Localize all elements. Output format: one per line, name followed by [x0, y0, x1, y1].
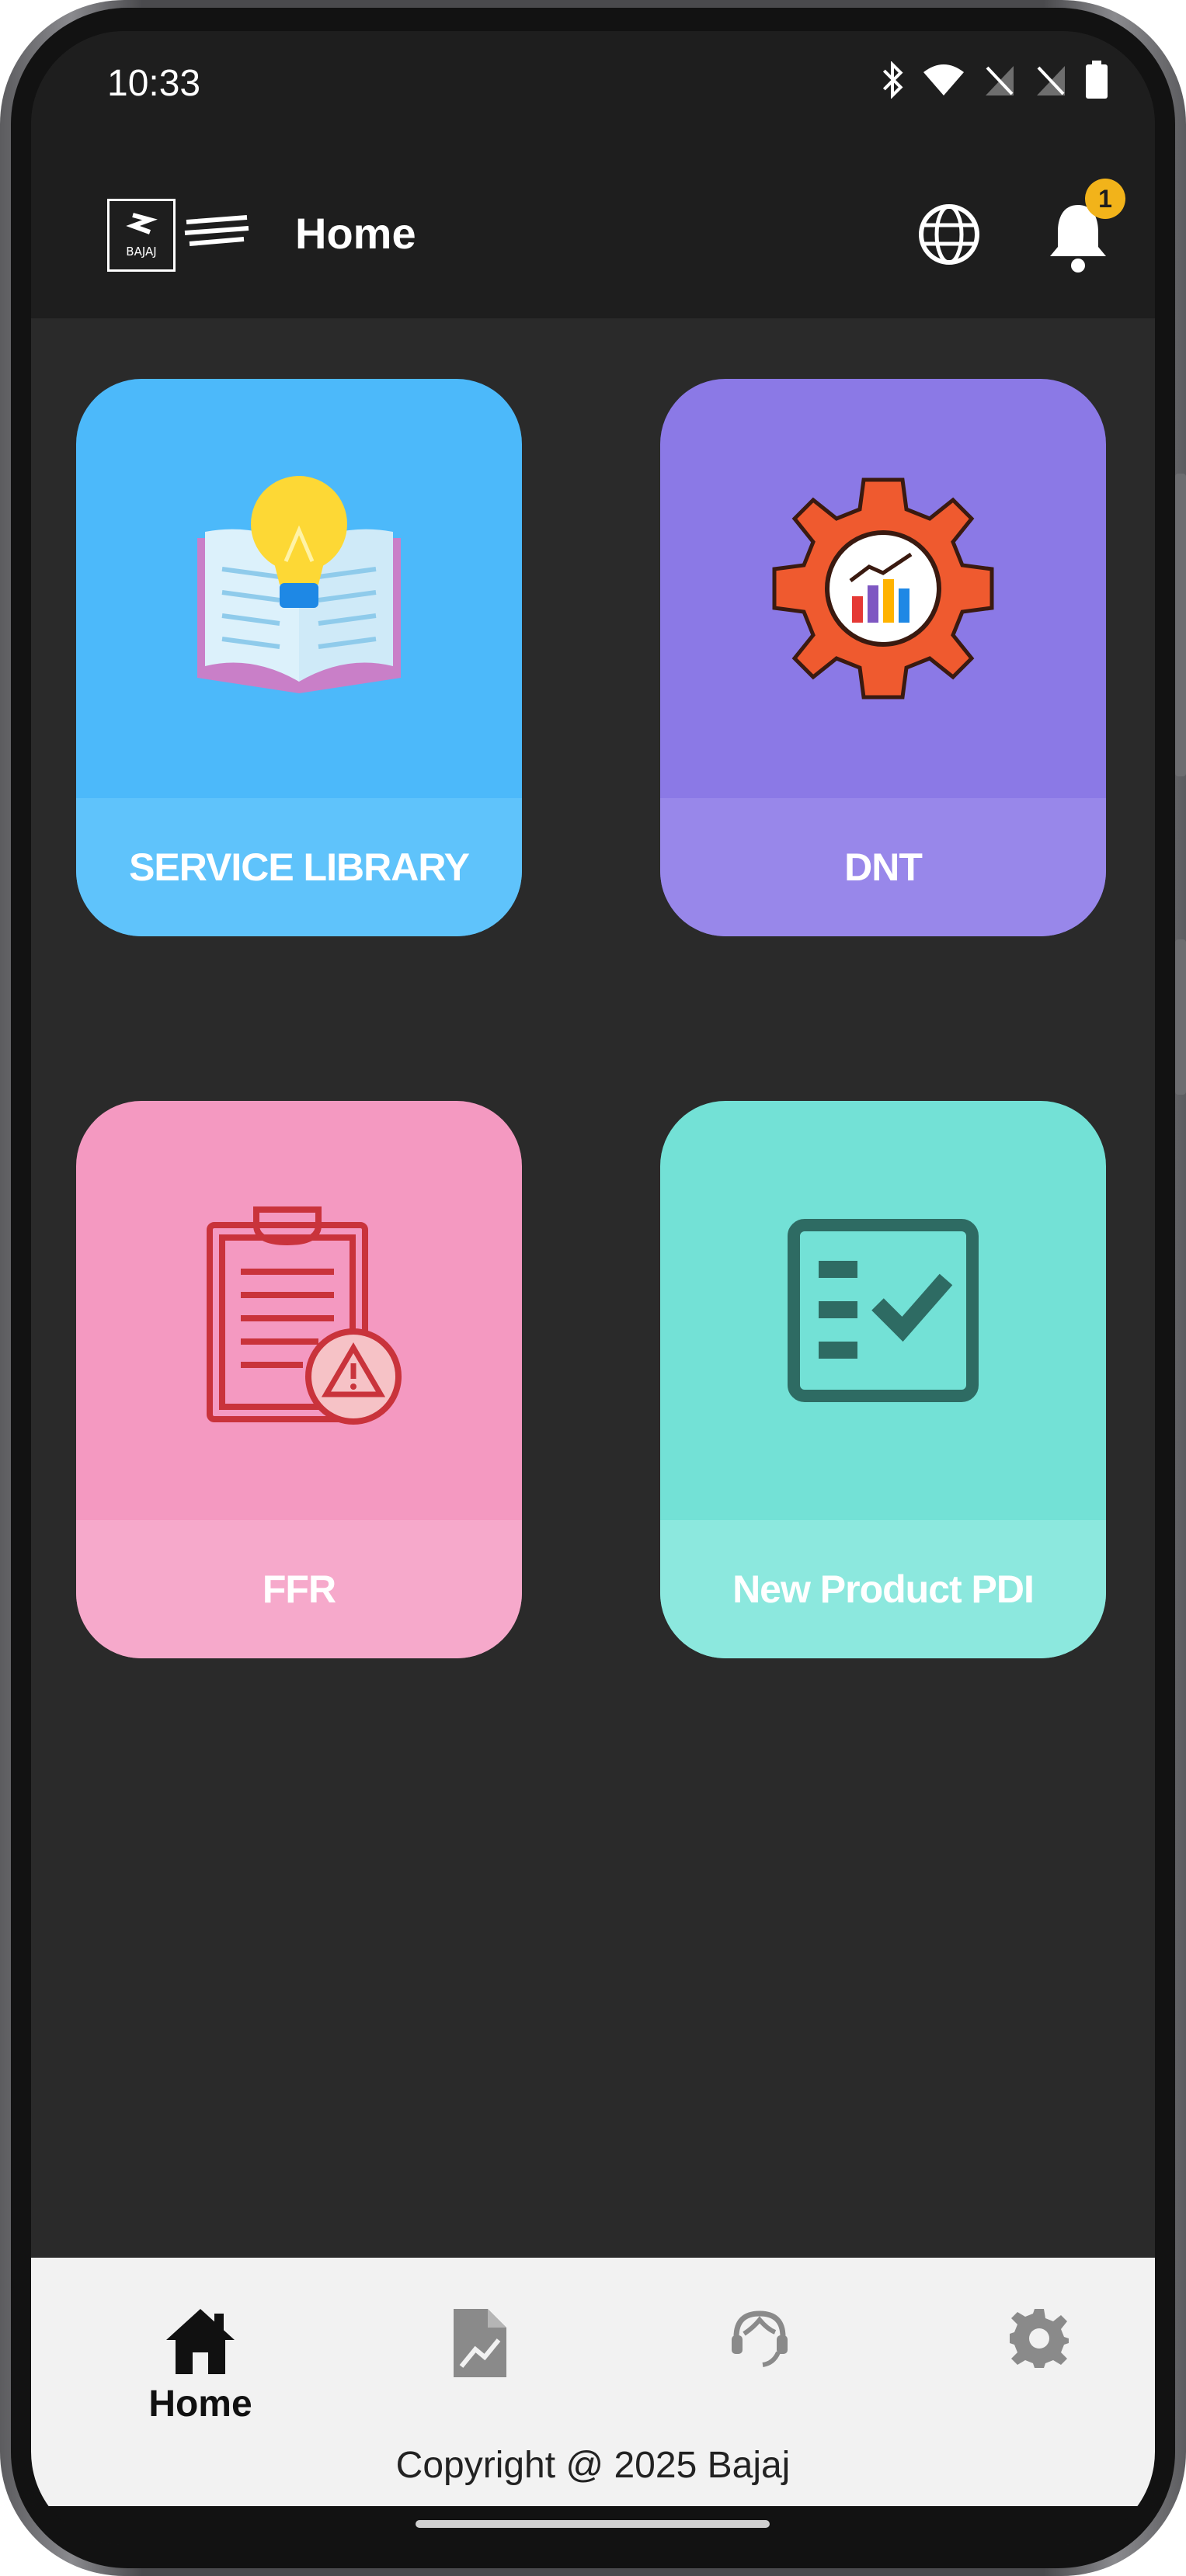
status-time: 10:33 — [107, 63, 201, 104]
tile-ffr[interactable]: FFR — [76, 1101, 522, 1658]
status-icons — [880, 61, 1108, 99]
tile-label-new-product-pdi: New Product PDI — [660, 1520, 1106, 1658]
tile-label-dnt: DNT — [660, 798, 1106, 936]
home-icon — [166, 2309, 235, 2374]
bajaj-logo: BAJAJ — [107, 199, 255, 276]
page-title: Home — [295, 209, 416, 258]
no-signal-icon-2 — [1037, 66, 1065, 95]
nav-support[interactable] — [690, 2306, 830, 2375]
checklist-icon — [660, 1101, 1106, 1520]
power-button — [1175, 939, 1186, 1095]
tile-label-ffr: FFR — [76, 1520, 522, 1658]
gesture-area — [31, 2506, 1155, 2545]
bajaj-logo-tagline — [182, 211, 252, 260]
app-bar: BAJAJ Home 1 — [31, 132, 1155, 318]
settings-gear-icon — [1010, 2309, 1069, 2368]
nav-home[interactable]: Home — [130, 2306, 270, 2425]
report-icon — [454, 2309, 506, 2377]
volume-button — [1175, 474, 1186, 776]
language-globe-icon[interactable] — [916, 202, 982, 267]
no-signal-icon — [986, 66, 1014, 95]
gear-chart-icon — [660, 379, 1106, 798]
phone-frame: 10:33 BAJAJ Home 1 SERVICE LIBRARY DNT F… — [0, 0, 1186, 2576]
bottom-nav: Home Copyright @ 2025 Bajaj — [31, 2258, 1155, 2506]
nav-label-home: Home — [148, 2383, 252, 2425]
nav-reports[interactable] — [410, 2306, 550, 2384]
bluetooth-icon — [882, 61, 903, 99]
svg-text:BAJAJ: BAJAJ — [126, 245, 156, 259]
screen: 10:33 BAJAJ Home 1 SERVICE LIBRARY DNT F… — [31, 31, 1155, 2545]
wifi-icon — [923, 64, 964, 95]
tile-dnt[interactable]: DNT — [660, 379, 1106, 936]
gesture-home-bar[interactable] — [416, 2520, 770, 2528]
support-agent-icon — [732, 2310, 788, 2367]
copyright-text: Copyright @ 2025 Bajaj — [395, 2445, 791, 2486]
book-lightbulb-icon — [76, 379, 522, 798]
bajaj-logo-box: BAJAJ — [107, 199, 176, 272]
tile-label-service-library: SERVICE LIBRARY — [76, 798, 522, 936]
status-bar: 10:33 — [31, 31, 1155, 132]
tiles-grid: SERVICE LIBRARY DNT FFR New Product PDI — [31, 318, 1155, 2258]
tile-new-product-pdi[interactable]: New Product PDI — [660, 1101, 1106, 1658]
notification-badge: 1 — [1085, 179, 1125, 219]
nav-settings[interactable] — [969, 2306, 1109, 2375]
tile-service-library[interactable]: SERVICE LIBRARY — [76, 379, 522, 936]
battery-icon — [1086, 61, 1108, 99]
clipboard-warning-icon — [76, 1101, 522, 1520]
